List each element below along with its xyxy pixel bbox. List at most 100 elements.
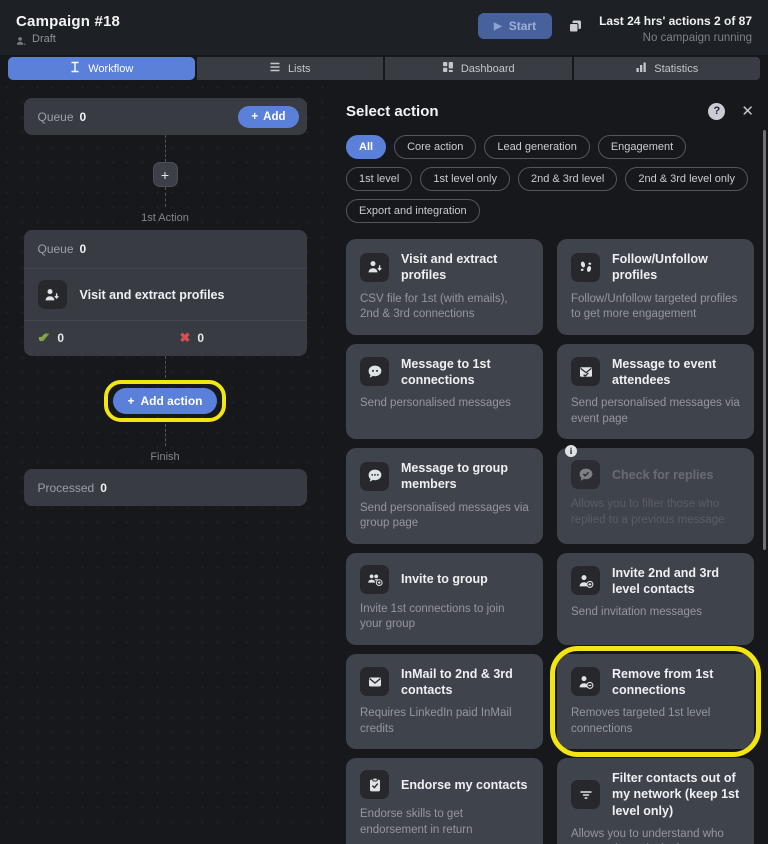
queue-label: Queue	[38, 242, 74, 256]
check-icon: ✔	[39, 330, 50, 345]
mail-check-icon	[571, 357, 600, 386]
success-count: ✔✔ 0	[38, 330, 180, 346]
add-action-button[interactable]: + Add action	[113, 388, 216, 414]
dashboard-icon	[442, 61, 454, 76]
queue-value: 0	[80, 110, 87, 124]
action-card-invite-2nd-3rd[interactable]: Invite 2nd and 3rd level contacts Send i…	[557, 553, 754, 645]
page-title: Campaign #18	[16, 13, 120, 30]
tab-bar: Workflow Lists Dashboard Statistics	[8, 57, 760, 80]
queue-card: Queue 0 + Add	[24, 98, 307, 135]
action-card-message-event[interactable]: Message to event attendees Send personal…	[557, 344, 754, 440]
status-badge: Draft	[32, 33, 56, 45]
start-button-label: Start	[509, 19, 536, 33]
card-description: Allows you to understand who accepted yo…	[571, 827, 740, 844]
processed-label: Processed	[38, 481, 95, 495]
add-button-label: Add	[263, 111, 285, 123]
filter-chip-1st-level-only[interactable]: 1st level only	[420, 167, 510, 191]
campaign-status-icon	[16, 34, 27, 45]
chat-person-icon	[360, 357, 389, 386]
start-button[interactable]: ▶ Start	[478, 13, 552, 39]
card-description: Send invitation messages	[571, 605, 740, 621]
connector-line	[165, 424, 166, 446]
bar-chart-icon	[635, 61, 647, 76]
filter-chip-engagement[interactable]: Engagement	[598, 135, 686, 159]
filter-icon	[571, 780, 600, 809]
tab-label: Lists	[288, 63, 311, 75]
filter-chip-export-integration[interactable]: Export and integration	[346, 199, 480, 223]
scrollbar-thumb[interactable]	[763, 130, 766, 550]
tab-lists[interactable]: Lists	[197, 57, 384, 80]
cross-icon: ✖	[180, 330, 191, 346]
info-icon[interactable]: i	[565, 445, 577, 457]
add-to-queue-button[interactable]: + Add	[238, 106, 298, 128]
copy-icon	[568, 22, 583, 37]
action-grid: Visit and extract profiles CSV file for …	[346, 239, 754, 844]
connector-line	[165, 356, 166, 378]
card-title: Remove from 1st connections	[612, 666, 740, 699]
processed-card: Processed 0	[24, 469, 307, 506]
queue-value: 0	[80, 242, 87, 256]
action-card-message-group[interactable]: Message to group members Send personalis…	[346, 448, 543, 544]
person-minus-icon	[571, 667, 600, 696]
card-description: Endorse skills to get endorsement in ret…	[360, 807, 529, 838]
action-card-message-1st[interactable]: Message to 1st connections Send personal…	[346, 344, 543, 440]
card-title: Follow/Unfollow profiles	[612, 251, 740, 284]
action-card-endorse[interactable]: Endorse my contacts Endorse skills to ge…	[346, 758, 543, 844]
workflow-icon	[69, 61, 81, 76]
modal-title: Select action	[346, 103, 708, 120]
tab-statistics[interactable]: Statistics	[574, 57, 761, 80]
action-card-visit-extract[interactable]: Visit and extract profiles CSV file for …	[346, 239, 543, 335]
card-description: Send personalised messages	[360, 396, 529, 412]
header: Campaign #18 Draft ▶ Start Last 24 hrs' …	[0, 0, 768, 55]
finish-label: Finish	[150, 451, 179, 463]
plus-icon: +	[127, 394, 134, 408]
action-card-follow-unfollow[interactable]: Follow/Unfollow profiles Follow/Unfollow…	[557, 239, 754, 335]
filter-chip-all[interactable]: All	[346, 135, 386, 159]
envelope-icon	[360, 667, 389, 696]
processed-value: 0	[100, 481, 107, 495]
action-card-filter-network[interactable]: Filter contacts out of my network (keep …	[557, 758, 754, 844]
action-card-check-replies: i Check for replies Allows you to filter…	[557, 448, 754, 544]
action-card-invite-group[interactable]: Invite to group Invite 1st connections t…	[346, 553, 543, 645]
workflow-canvas: Queue 0 + Add + 1st Action Queue 0	[0, 80, 330, 837]
connector-line	[165, 135, 166, 162]
plus-icon: +	[251, 111, 258, 123]
filter-chips: All Core action Lead generation Engageme…	[346, 135, 754, 223]
card-title: Endorse my contacts	[401, 777, 527, 793]
card-description: Requires LinkedIn paid InMail credits	[360, 706, 529, 737]
close-icon[interactable]: ✕	[741, 102, 754, 120]
filter-chip-lead-generation[interactable]: Lead generation	[484, 135, 590, 159]
chat-check-icon	[571, 460, 600, 489]
play-icon: ▶	[494, 21, 502, 32]
filter-chip-2nd-3rd-level[interactable]: 2nd & 3rd level	[518, 167, 617, 191]
filter-chip-2nd-3rd-level-only[interactable]: 2nd & 3rd level only	[625, 167, 748, 191]
action-card-title: Visit and extract profiles	[80, 288, 225, 302]
card-description: Send personalised messages via group pag…	[360, 501, 529, 532]
chat-group-icon	[360, 462, 389, 491]
help-icon[interactable]: ?	[708, 103, 725, 120]
duplicate-campaign-button[interactable]	[566, 17, 585, 39]
insert-action-button[interactable]: +	[153, 162, 178, 187]
people-plus-icon	[360, 565, 389, 594]
filter-chip-core-action[interactable]: Core action	[394, 135, 476, 159]
action-card-inmail[interactable]: InMail to 2nd & 3rd contacts Requires Li…	[346, 654, 543, 750]
card-description: Follow/Unfollow targeted profiles to get…	[571, 292, 740, 323]
card-title: Message to 1st connections	[401, 356, 529, 389]
actions-count-text: Last 24 hrs' actions 2 of 87	[599, 13, 752, 30]
action-card-remove-1st[interactable]: Remove from 1st connections Removes targ…	[557, 654, 754, 750]
person-extract-icon	[360, 253, 389, 282]
queue-label: Queue	[38, 110, 74, 124]
add-action-highlight: + Add action	[104, 380, 225, 422]
fail-count-value: 0	[197, 331, 204, 345]
footprints-icon	[571, 253, 600, 282]
tab-label: Dashboard	[461, 63, 515, 75]
campaign-stats: Last 24 hrs' actions 2 of 87 No campaign…	[599, 13, 752, 47]
tab-workflow[interactable]: Workflow	[8, 57, 195, 80]
card-description: Removes targeted 1st level connections	[571, 706, 740, 737]
campaign-running-text: No campaign running	[599, 30, 752, 47]
first-action-label: 1st Action	[141, 212, 189, 224]
card-description: Allows you to filter those who replied t…	[571, 497, 740, 528]
tab-dashboard[interactable]: Dashboard	[385, 57, 572, 80]
workflow-action-card[interactable]: Queue 0 Visit and extract profiles ✔✔ 0 ✖	[24, 230, 307, 356]
filter-chip-1st-level[interactable]: 1st level	[346, 167, 412, 191]
